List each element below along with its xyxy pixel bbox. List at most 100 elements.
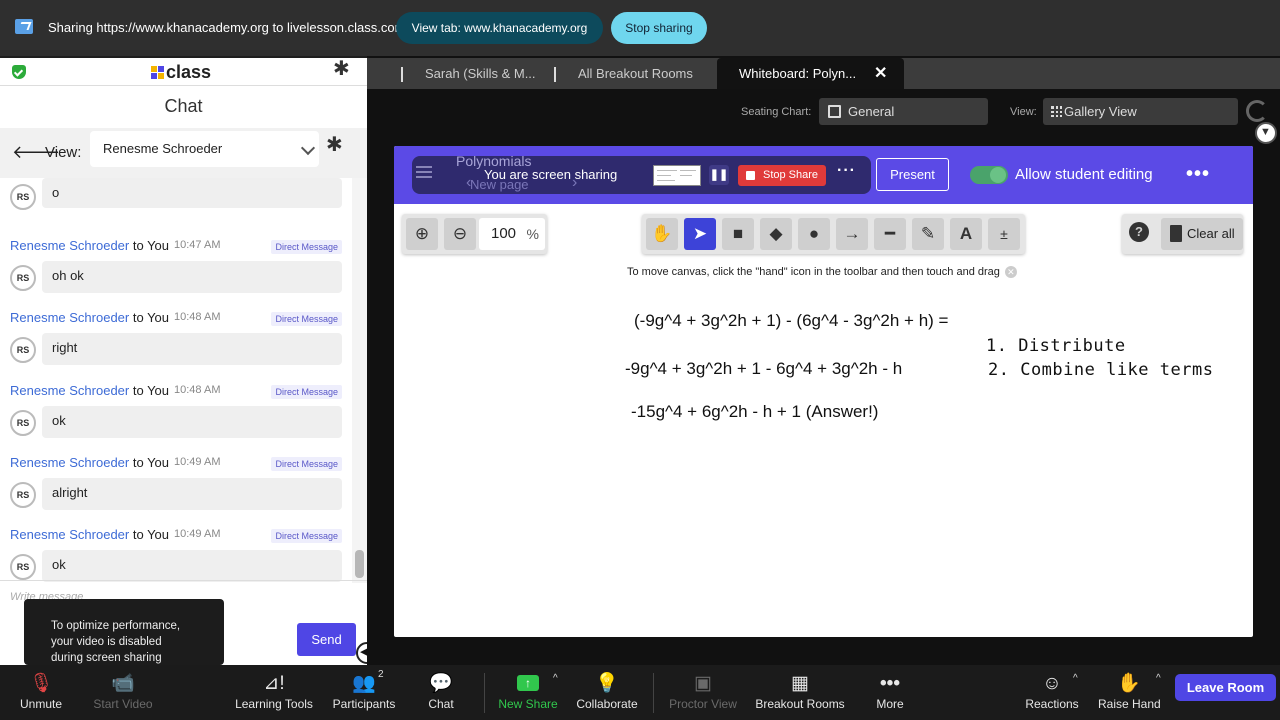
zoom-out-icon[interactable]: ⊖ [444, 218, 476, 250]
learning-tools-label: Learning Tools [235, 697, 313, 711]
scrollbar-thumb[interactable] [355, 550, 364, 578]
allow-editing-toggle[interactable] [970, 166, 1008, 184]
chat-icon: 💬 [429, 673, 453, 694]
learning-tools-button[interactable]: ⊿! Learning Tools [232, 665, 316, 720]
more-button[interactable]: ••• More [866, 665, 914, 720]
whiteboard-more-icon[interactable]: ••• [1186, 163, 1210, 186]
new-share-button[interactable]: ↑ New Share [496, 665, 560, 720]
present-button[interactable]: Present [876, 158, 949, 191]
sender-name[interactable]: Renesme Schroeder [10, 383, 129, 398]
toast-line: your video is disabled [51, 636, 162, 648]
select-tool-icon[interactable]: ➤ [684, 218, 716, 250]
seating-chart-value: General [848, 104, 895, 119]
circle-tool-icon[interactable]: ● [798, 218, 830, 250]
sender-name[interactable]: Renesme Schroeder [10, 455, 129, 470]
proctor-view-button[interactable]: ▣ Proctor View [666, 665, 740, 720]
arrow-tool-icon[interactable]: → [836, 218, 868, 250]
math-tool-icon[interactable]: ± [988, 218, 1020, 250]
chevron-up-icon[interactable]: ^ [553, 673, 558, 684]
scroll-down-icon[interactable] [1255, 122, 1277, 144]
stop-share-button[interactable]: Stop Share [738, 165, 826, 186]
handwritten-note[interactable]: 1. Distribute [986, 336, 1126, 356]
view-mode-value: Gallery View [1064, 104, 1137, 119]
stop-sharing-button[interactable]: Stop sharing [611, 12, 707, 44]
sender-name[interactable]: Renesme Schroeder [10, 527, 129, 542]
chevron-up-icon[interactable]: ^ [1156, 673, 1161, 684]
toolbar-divider [484, 673, 485, 713]
pencil-tool-icon[interactable]: ✎ [912, 218, 944, 250]
handwritten-note[interactable]: 2. Combine like terms [988, 360, 1213, 380]
pause-share-button[interactable]: ❚❚ [709, 165, 729, 185]
dismiss-hint-icon[interactable]: ✕ [1004, 266, 1017, 278]
tab-whiteboard[interactable]: Whiteboard: Polyn... ✕ [717, 58, 904, 89]
message-bubble: o [42, 178, 342, 208]
message-time: 10:49 AM [174, 456, 221, 468]
view-mode-select[interactable]: Gallery View [1043, 98, 1238, 125]
sender-name[interactable]: Renesme Schroeder [10, 238, 129, 253]
view-label: View: [45, 144, 82, 161]
new-share-label: New Share [498, 697, 558, 711]
sender-name[interactable]: Renesme Schroeder [10, 310, 129, 325]
start-video-label: Start Video [93, 697, 153, 711]
direct-message-tag: Direct Message [271, 457, 342, 471]
view-tab-button[interactable]: View tab: www.khanacademy.org [396, 12, 603, 44]
recipient: to You [132, 527, 170, 542]
close-icon[interactable]: ✕ [874, 58, 887, 89]
participants-count: 2 [378, 669, 384, 680]
rectangle-tool-icon[interactable]: ■ [722, 218, 754, 250]
avatar: RS [10, 265, 36, 291]
clear-all-label: Clear all [1187, 226, 1235, 241]
line-tool-icon[interactable]: ━ [874, 218, 906, 250]
raise-hand-button[interactable]: ✋ Raise Hand [1098, 665, 1161, 720]
whiteboard[interactable]: Polynomials ‹ New page › You are screen … [394, 146, 1253, 637]
zoom-toolbar: ⊕ ⊖ 100 % [402, 214, 547, 254]
chat-message: Renesme Schroeder to You 10:49 AM Direct… [0, 521, 352, 583]
collaborate-button[interactable]: 💡 Collaborate [574, 665, 640, 720]
zoom-in-icon[interactable]: ⊕ [406, 218, 438, 250]
settings-gear-icon[interactable] [333, 58, 354, 81]
start-video-button[interactable]: 📹 Start Video [88, 665, 158, 720]
participants-button[interactable]: 👥 2 Participants [328, 665, 400, 720]
seating-chart-select[interactable]: General [819, 98, 988, 125]
unmute-button[interactable]: 🎙 Unmute [10, 665, 72, 720]
tab-all-breakout-rooms[interactable]: All Breakout Rooms [578, 58, 693, 89]
chat-message: Renesme Schroeder to You 10:48 AM Direct… [0, 377, 352, 449]
canvas-hint: To move canvas, click the "hand" icon in… [627, 266, 1017, 278]
share-more-icon[interactable]: ··· [837, 162, 856, 180]
text-tool-icon[interactable]: A [950, 218, 982, 250]
chat-settings-gear-icon[interactable] [326, 132, 347, 157]
send-button[interactable]: Send [297, 623, 356, 656]
toolbar-divider [653, 673, 654, 713]
equation-line[interactable]: -9g^4 + 3g^2h + 1 - 6g^4 + 3g^2h - h [625, 359, 902, 379]
zoom-level-input[interactable]: 100 % [479, 218, 545, 250]
breakout-rooms-icon: ▦ [791, 673, 809, 694]
tab-sarah[interactable]: Sarah (Skills & M... [425, 58, 536, 89]
help-icon[interactable]: ? [1129, 222, 1149, 242]
equation-line[interactable]: -15g^4 + 6g^2h - h + 1 (Answer!) [631, 402, 878, 422]
diamond-tool-icon[interactable]: ◆ [760, 218, 792, 250]
menu-icon[interactable] [416, 166, 432, 178]
meeting-toolbar: 🎙 Unmute 📹 Start Video ⊿! Learning Tools… [0, 665, 1280, 720]
leave-room-button[interactable]: Leave Room [1175, 674, 1276, 701]
security-shield-icon[interactable] [12, 65, 26, 79]
class-logo: class [151, 62, 211, 83]
message-header: Renesme Schroeder to You [10, 455, 169, 470]
direct-message-tag: Direct Message [271, 240, 342, 254]
chat-title: Chat [164, 96, 203, 116]
checkbox-icon[interactable] [828, 105, 841, 118]
hand-tool-icon[interactable]: ✋ [646, 218, 678, 250]
breakout-rooms-button[interactable]: ▦ Breakout Rooms [754, 665, 846, 720]
chat-recipient-select[interactable]: Renesme Schroeder [90, 131, 319, 167]
equation-line[interactable]: (-9g^4 + 3g^2h + 1) - (6g^4 - 3g^2h + h)… [634, 311, 948, 331]
grid-icon [1051, 106, 1062, 117]
chat-button[interactable]: 💬 Chat [418, 665, 464, 720]
chevron-up-icon[interactable]: ^ [1073, 673, 1078, 684]
participants-label: Participants [332, 697, 396, 711]
clear-all-button[interactable]: Clear all [1161, 218, 1243, 250]
tab-divider [554, 67, 556, 82]
refresh-icon[interactable] [1246, 100, 1268, 122]
reactions-button[interactable]: ☺ Reactions [1024, 665, 1080, 720]
unmute-label: Unmute [19, 697, 63, 711]
chat-scrollbar[interactable] [352, 178, 367, 583]
avatar: RS [10, 482, 36, 508]
